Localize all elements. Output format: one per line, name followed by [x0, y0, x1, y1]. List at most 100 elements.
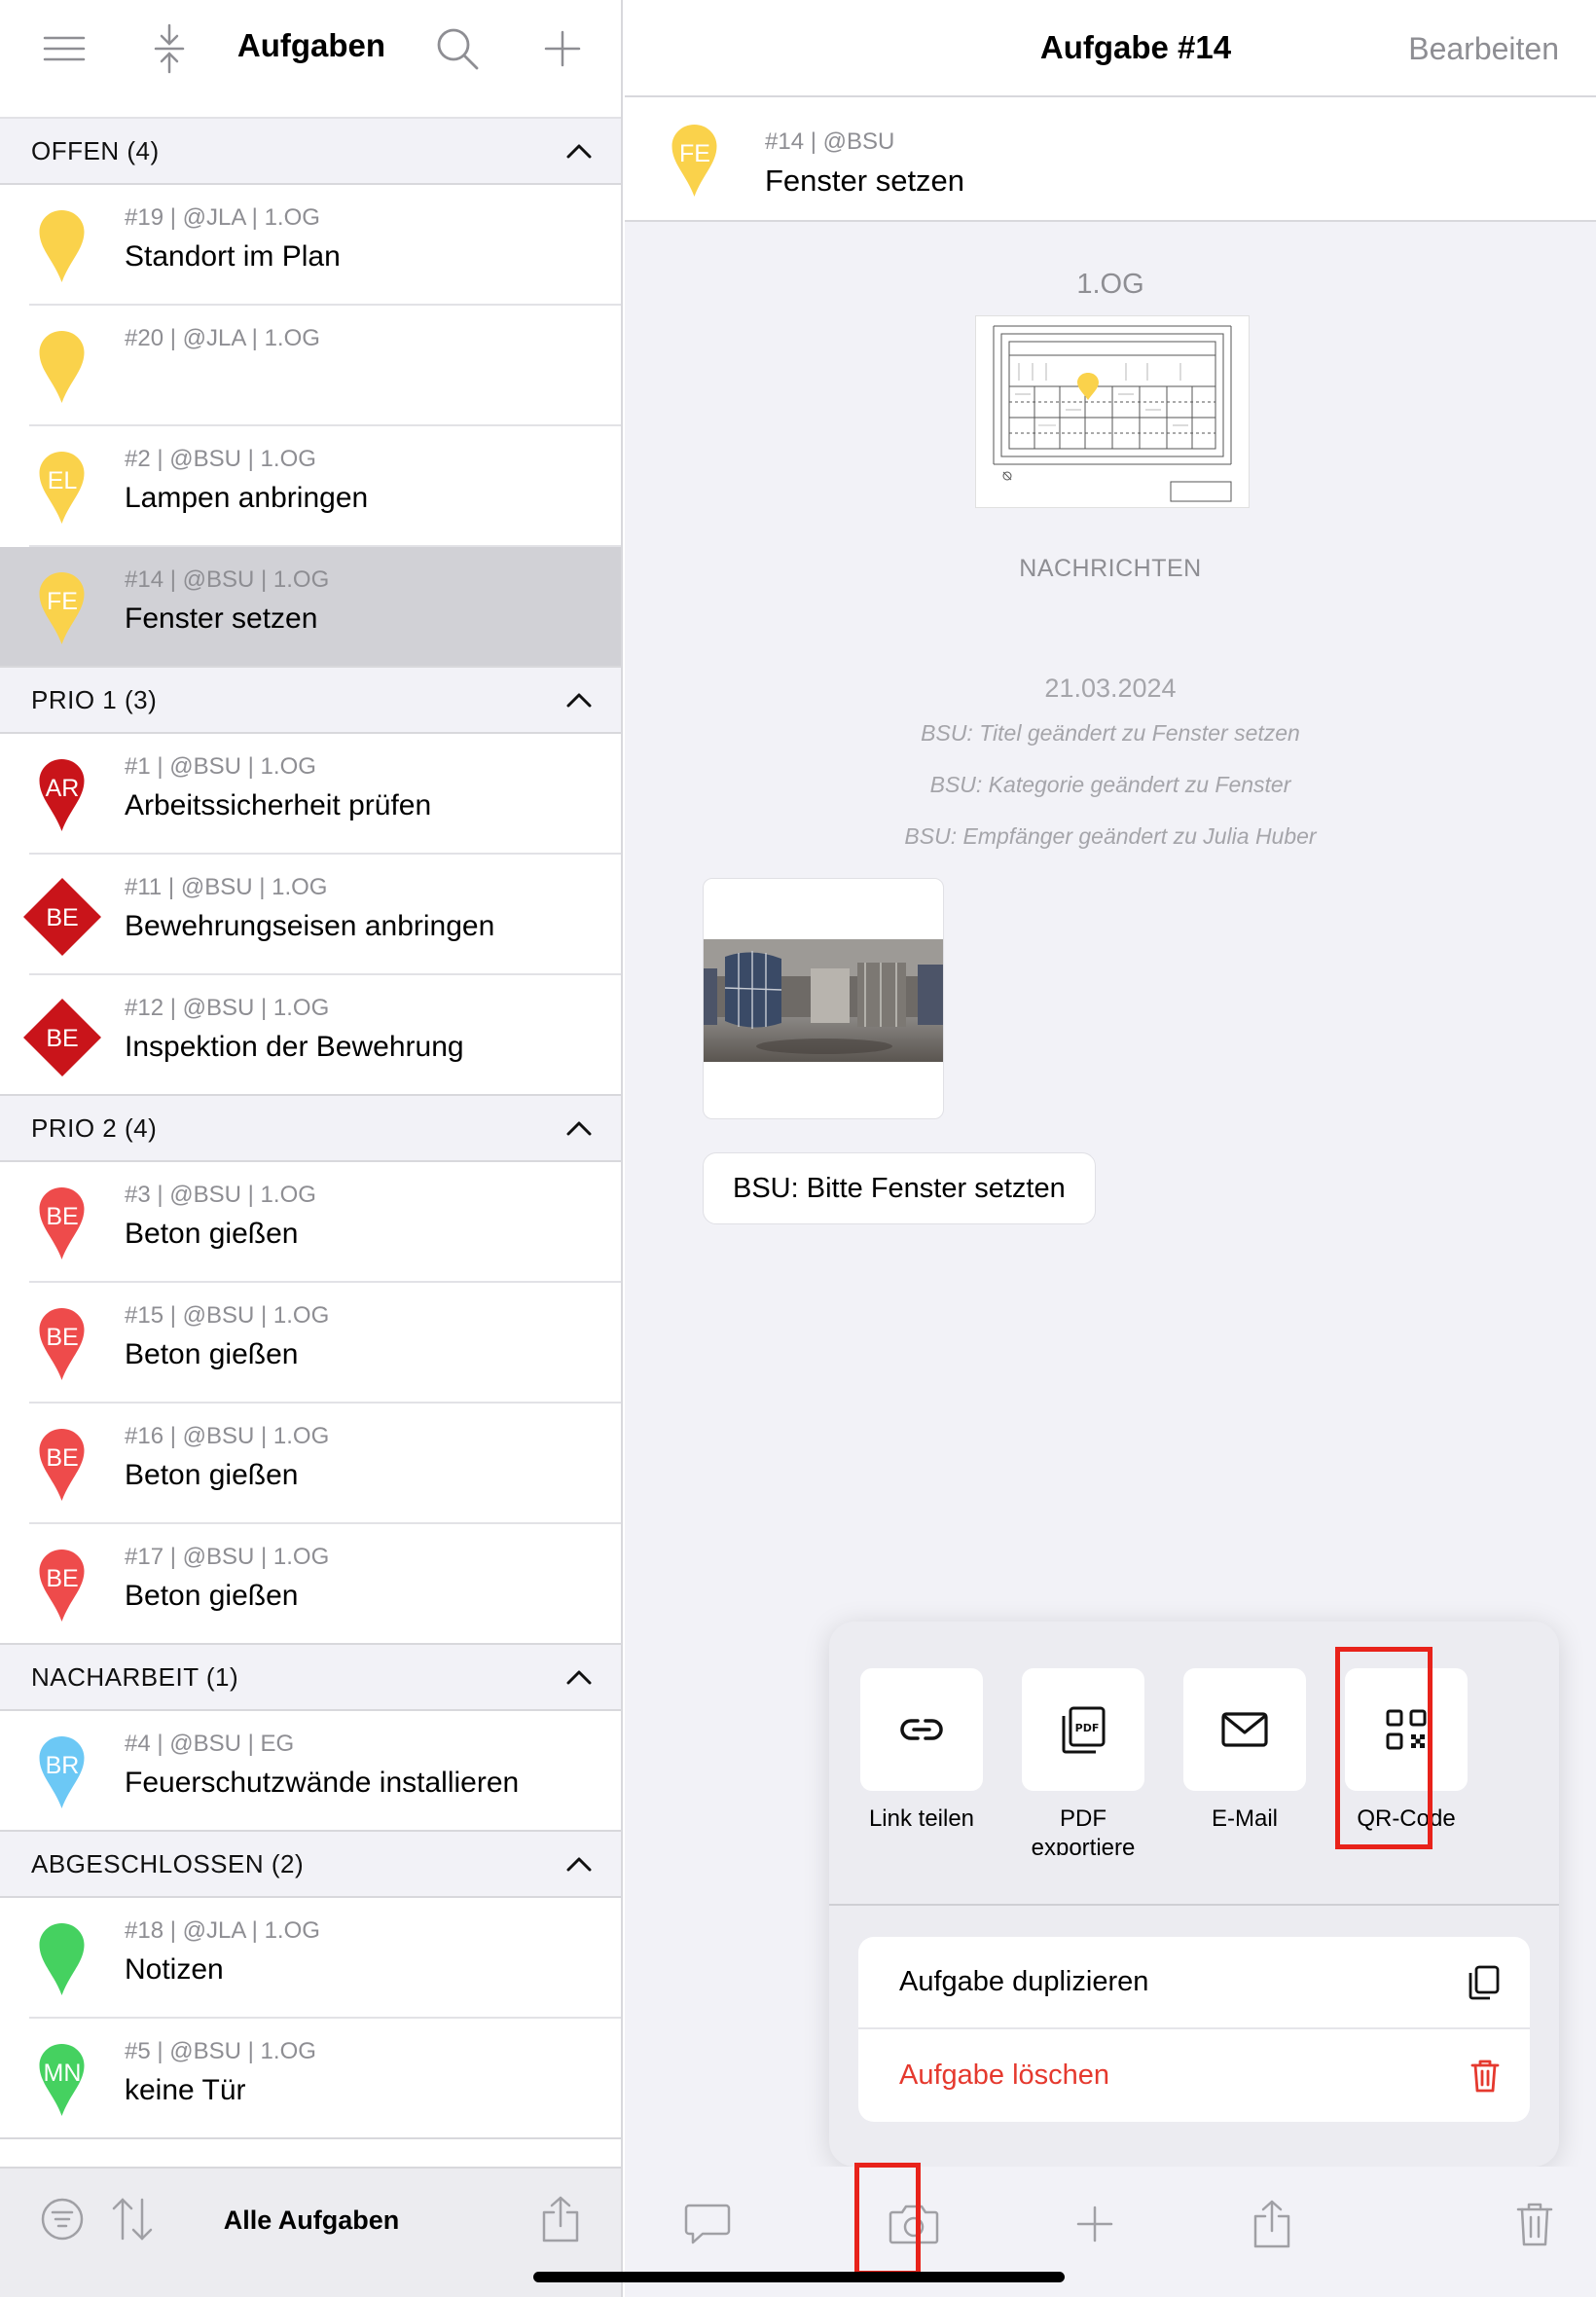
share-button-highlight	[854, 2163, 921, 2276]
section-header[interactable]: PRIO 1 (3)	[0, 668, 621, 734]
chevron-up-icon[interactable]	[564, 685, 594, 714]
svg-text:BE: BE	[46, 1203, 78, 1230]
task-title: Notizen	[125, 1953, 224, 1986]
task-row[interactable]: #19 | @JLA | 1.OG Standort im Plan	[0, 185, 621, 306]
search-icon[interactable]	[430, 21, 485, 76]
task-meta: #18 | @JLA | 1.OG	[125, 1917, 320, 1944]
duplicate-task-button[interactable]: Aufgabe duplizieren	[858, 1937, 1530, 2029]
divider	[0, 1643, 621, 1645]
diamond-pin-icon: BE	[19, 874, 105, 960]
task-row[interactable]: BE #12 | @BSU | 1.OG Inspektion der Bewehr…	[0, 975, 621, 1096]
add-task-icon[interactable]	[535, 21, 590, 76]
edit-button[interactable]: Bearbeiten	[1408, 31, 1559, 67]
share-menu-popover: Link teilen PDF PDF exportiere n E-Mail …	[829, 1622, 1559, 2180]
map-pin-icon	[19, 204, 105, 290]
map-pin-icon	[19, 325, 105, 411]
task-meta: #12 | @BSU | 1.OG	[125, 995, 330, 1021]
share-option-label: E-Mail	[1211, 1805, 1278, 1832]
floor-plan-thumbnail[interactable]	[975, 315, 1250, 508]
task-meta: #16 | @BSU | 1.OG	[125, 1423, 330, 1449]
menu-icon[interactable]	[37, 21, 91, 76]
task-row[interactable]: BE #17 | @BSU | 1.OG Beton gießen	[0, 1524, 621, 1645]
chevron-up-icon[interactable]	[564, 1113, 594, 1143]
plus-icon[interactable]	[1061, 2190, 1129, 2258]
share-link-option[interactable]: Link teilen	[860, 1668, 983, 1834]
task-row[interactable]: BE #15 | @BSU | 1.OG Beton gießen	[0, 1283, 621, 1404]
delete-task-button[interactable]: Aufgabe löschen	[858, 2029, 1530, 2122]
map-pin-icon: MN	[19, 2038, 105, 2124]
task-row[interactable]: BE #11 | @BSU | 1.OG Bewehrungseisen anbri…	[0, 855, 621, 975]
task-row[interactable]: BR #4 | @BSU | EG Feuerschutzwände install…	[0, 1711, 621, 1832]
panorama-image	[704, 939, 943, 1062]
task-list: OFFEN (4) #19 | @JLA | 1.OG Standort im Pl…	[0, 97, 621, 2139]
system-message: BSU: Titel geändert zu Fenster setzen	[921, 720, 1300, 746]
map-pin-icon: BE	[19, 1302, 105, 1388]
chevron-up-icon[interactable]	[564, 1849, 594, 1878]
task-row[interactable]: EL #2 | @BSU | 1.OG Lampen anbringen	[0, 426, 621, 547]
svg-text:AR: AR	[46, 775, 80, 802]
task-row[interactable]: #18 | @JLA | 1.OG Notizen	[0, 1898, 621, 2019]
share-option-label: PDF exportiere n	[1031, 1805, 1136, 1855]
filter-label[interactable]: Alle Aufgaben	[195, 2206, 428, 2236]
sort-icon[interactable]	[103, 2190, 162, 2248]
task-title: keine Tür	[125, 2074, 246, 2106]
chat-message[interactable]: BSU: Bitte Fenster setzten	[703, 1152, 1096, 1224]
task-row[interactable]: MN #5 | @BSU | 1.OG keine Tür	[0, 2019, 621, 2139]
task-row[interactable]: BE #16 | @BSU | 1.OG Beton gießen	[0, 1404, 621, 1524]
share-icon[interactable]	[1238, 2190, 1306, 2258]
plan-label: 1.OG	[1076, 269, 1144, 300]
left-toolbar: Alle Aufgaben	[0, 2167, 621, 2297]
task-title: Inspektion der Bewehrung	[125, 1031, 464, 1063]
left-navigation-bar: Aufgaben	[0, 0, 621, 97]
section-header[interactable]: PRIO 2 (4)	[0, 1096, 621, 1162]
task-meta: #2 | @BSU | 1.OG	[125, 446, 316, 472]
list-item	[0, 97, 621, 119]
task-meta: #17 | @BSU | 1.OG	[125, 1544, 330, 1570]
mail-icon[interactable]	[1183, 1668, 1306, 1791]
divider	[0, 1094, 621, 1096]
duplicate-icon	[1469, 1965, 1500, 1999]
section-label: ABGESCHLOSSEN (2)	[31, 1848, 305, 1878]
export-pdf-option[interactable]: PDF PDF exportiere n	[1022, 1668, 1144, 1855]
task-title: Bewehrungseisen anbringen	[125, 910, 495, 942]
task-title: Fenster setzen	[125, 602, 318, 635]
trash-icon	[1470, 2060, 1500, 2092]
home-indicator	[533, 2272, 1065, 2282]
chevron-up-icon[interactable]	[564, 136, 594, 165]
map-pin-icon	[19, 1917, 105, 2003]
svg-text:BE: BE	[46, 1565, 78, 1592]
section-header[interactable]: ABGESCHLOSSEN (2)	[0, 1832, 621, 1898]
task-row[interactable]: #20 | @JLA | 1.OG	[0, 306, 621, 426]
email-option[interactable]: E-Mail	[1183, 1668, 1306, 1834]
task-title: Beton gießen	[125, 1580, 299, 1612]
trash-icon[interactable]	[1501, 2190, 1569, 2258]
task-pin-icon: FE	[652, 119, 738, 204]
action-list: Aufgabe duplizieren Aufgabe löschen	[858, 1937, 1530, 2122]
link-icon[interactable]	[860, 1668, 983, 1791]
task-title: Lampen anbringen	[125, 482, 369, 514]
chevron-up-icon[interactable]	[564, 1662, 594, 1692]
comment-icon[interactable]	[673, 2190, 742, 2258]
svg-text:PDF: PDF	[1075, 1722, 1100, 1734]
messages-section-label: NACHRICHTEN	[1019, 555, 1202, 582]
message-date: 21.03.2024	[1044, 674, 1177, 703]
task-row[interactable]: AR #1 | @BSU | 1.OG Arbeitssicherheit prüf…	[0, 734, 621, 855]
task-summary-card[interactable]: FE #14 | @BSU Fenster setzen	[625, 97, 1596, 222]
section-header[interactable]: NACHARBEIT (1)	[0, 1645, 621, 1711]
svg-text:FE: FE	[679, 140, 710, 167]
pdf-icon[interactable]: PDF	[1022, 1668, 1144, 1791]
task-meta: #4 | @BSU | EG	[125, 1731, 295, 1757]
task-row[interactable]: BE #3 | @BSU | 1.OG Beton gießen	[0, 1162, 621, 1283]
section-header[interactable]: OFFEN (4)	[0, 119, 621, 185]
diamond-pin-icon: BE	[19, 995, 105, 1080]
filter-icon[interactable]	[33, 2190, 91, 2248]
divider	[0, 1830, 621, 1832]
divider	[0, 666, 621, 668]
svg-text:FE: FE	[47, 588, 78, 615]
collapse-icon[interactable]	[142, 21, 197, 76]
task-row[interactable]: FE #14 | @BSU | 1.OG Fenster setzen	[0, 547, 621, 668]
photo-message[interactable]	[703, 878, 944, 1119]
svg-text:BE: BE	[46, 904, 78, 931]
share-icon[interactable]	[531, 2190, 590, 2248]
right-navigation-bar: Aufgabe #14 Bearbeiten	[625, 0, 1596, 97]
